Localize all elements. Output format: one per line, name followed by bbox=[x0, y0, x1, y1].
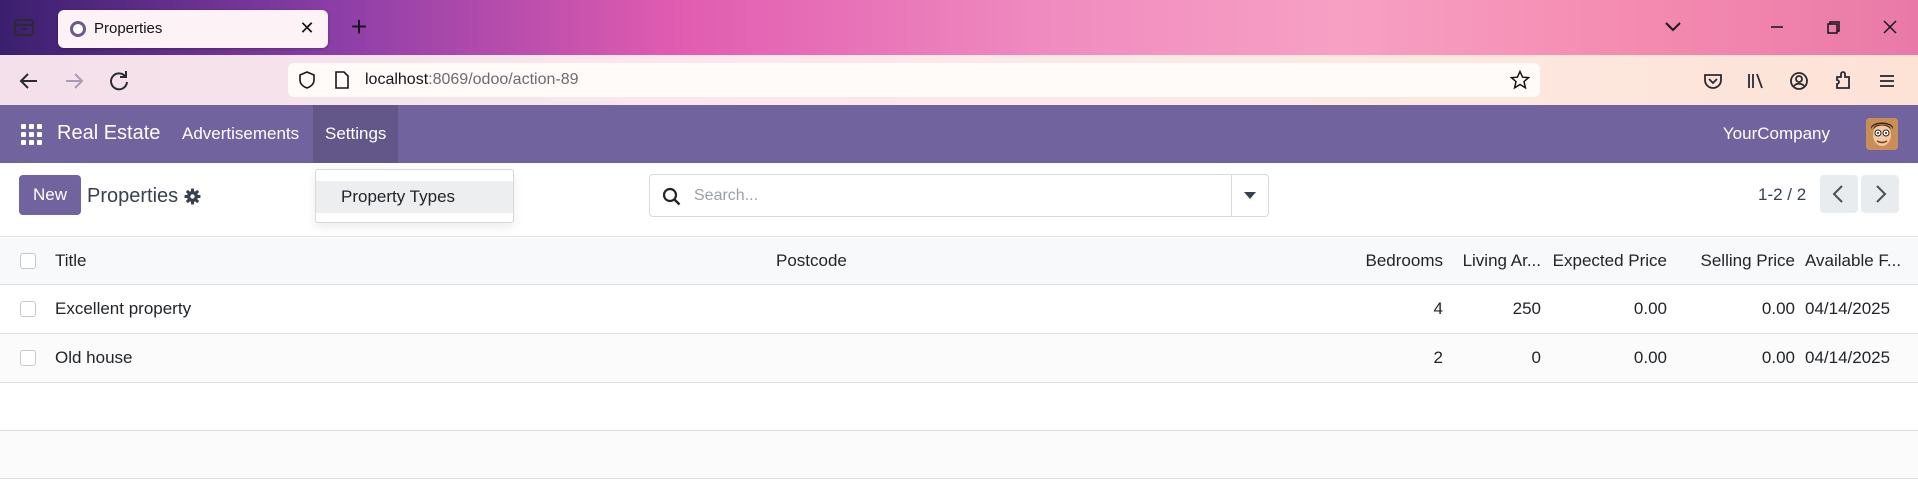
extensions-icon[interactable] bbox=[1829, 67, 1857, 95]
cell-expected-price[interactable]: 0.00 bbox=[1543, 333, 1671, 383]
cell-living-area[interactable]: 0 bbox=[1443, 333, 1543, 383]
url-host: localhost bbox=[365, 71, 429, 88]
menu-settings[interactable]: Settings bbox=[313, 105, 399, 163]
gear-icon[interactable] bbox=[184, 188, 201, 205]
cell-selling-price[interactable]: 0.00 bbox=[1671, 284, 1799, 334]
pager-value[interactable]: 1-2 / 2 bbox=[1758, 185, 1806, 205]
properties-list: Title Postcode Bedrooms Living Ar... Exp… bbox=[0, 238, 1918, 479]
bookmark-star-icon[interactable] bbox=[1509, 69, 1531, 90]
search-icon bbox=[662, 187, 681, 206]
cell-postcode[interactable] bbox=[776, 284, 1353, 334]
empty-row bbox=[0, 430, 1918, 479]
page-info-icon[interactable] bbox=[334, 71, 350, 89]
dropdown-item-property-types[interactable]: Property Types bbox=[316, 181, 513, 213]
cell-title[interactable]: Excellent property bbox=[55, 284, 776, 334]
pager-next-button[interactable] bbox=[1861, 175, 1899, 213]
cell-bedrooms[interactable]: 4 bbox=[1353, 284, 1443, 334]
search-options-toggle[interactable] bbox=[1231, 175, 1268, 216]
column-header-living-area[interactable]: Living Ar... bbox=[1443, 238, 1543, 285]
url-bar[interactable]: localhost:8069/odoo/action-89 bbox=[288, 63, 1540, 97]
back-icon[interactable] bbox=[15, 67, 43, 95]
restore-icon[interactable] bbox=[1820, 14, 1846, 40]
table-header-row: Title Postcode Bedrooms Living Ar... Exp… bbox=[0, 238, 1918, 285]
table-row[interactable]: Excellent property 4 250 0.00 0.00 04/14… bbox=[0, 284, 1918, 334]
chevron-down-icon[interactable] bbox=[1661, 16, 1685, 38]
tab-title: Properties bbox=[94, 20, 163, 37]
browser-tab-bar: Properties ✕ + bbox=[0, 0, 1918, 55]
minimize-icon[interactable] bbox=[1764, 14, 1790, 40]
breadcrumb: Properties bbox=[87, 185, 179, 207]
search-input[interactable] bbox=[694, 175, 1214, 216]
row-select-cell bbox=[0, 333, 55, 383]
library-icon[interactable] bbox=[1742, 67, 1770, 95]
browser-tab-properties[interactable]: Properties ✕ bbox=[58, 10, 328, 48]
column-header-available-from[interactable]: Available F... bbox=[1799, 238, 1918, 285]
cell-expected-price[interactable]: 0.00 bbox=[1543, 284, 1671, 334]
cell-selling-price[interactable]: 0.00 bbox=[1671, 333, 1799, 383]
account-icon[interactable] bbox=[1785, 67, 1813, 95]
cell-title[interactable]: Old house bbox=[55, 333, 776, 383]
reload-icon[interactable] bbox=[105, 67, 133, 95]
search-bar bbox=[649, 174, 1269, 217]
forward-icon[interactable] bbox=[60, 67, 88, 95]
url-path: :8069/odoo/action-89 bbox=[428, 71, 579, 88]
select-all-cell bbox=[0, 238, 55, 285]
column-header-selling-price[interactable]: Selling Price bbox=[1671, 238, 1799, 285]
row-checkbox[interactable] bbox=[19, 350, 36, 367]
odoo-favicon-icon bbox=[70, 21, 86, 37]
shield-icon[interactable] bbox=[298, 71, 316, 89]
new-tab-icon[interactable]: + bbox=[346, 13, 372, 41]
main-content: New Properties Property Types Search... … bbox=[0, 163, 1918, 485]
close-tab-icon[interactable]: ✕ bbox=[296, 17, 318, 39]
company-switcher[interactable]: YourCompany bbox=[1723, 124, 1830, 144]
pocket-icon[interactable] bbox=[1699, 67, 1727, 95]
user-avatar[interactable] bbox=[1866, 118, 1898, 150]
close-window-icon[interactable] bbox=[1877, 14, 1903, 40]
cell-available-from[interactable]: 04/14/2025 bbox=[1799, 333, 1918, 383]
row-checkbox[interactable] bbox=[19, 301, 36, 318]
odoo-navbar: Real Estate Advertisements Settings Your… bbox=[0, 105, 1918, 163]
cell-living-area[interactable]: 250 bbox=[1443, 284, 1543, 334]
app-grid-icon[interactable] bbox=[21, 124, 42, 145]
column-header-expected-price[interactable]: Expected Price bbox=[1543, 238, 1671, 285]
column-header-bedrooms[interactable]: Bedrooms bbox=[1353, 238, 1443, 285]
select-all-checkbox[interactable] bbox=[19, 253, 36, 270]
menu-advertisements[interactable]: Advertisements bbox=[170, 105, 311, 163]
new-button[interactable]: New bbox=[19, 175, 81, 215]
table-row[interactable]: Old house 2 0 0.00 0.00 04/14/2025 bbox=[0, 333, 1918, 383]
empty-row bbox=[0, 382, 1918, 431]
settings-dropdown: Property Types bbox=[315, 169, 514, 223]
row-select-cell bbox=[0, 284, 55, 334]
cell-bedrooms[interactable]: 2 bbox=[1353, 333, 1443, 383]
control-panel: New Properties Property Types Search... … bbox=[0, 163, 1918, 237]
pager-previous-button[interactable] bbox=[1820, 175, 1858, 213]
tab-list-icon[interactable] bbox=[12, 16, 36, 38]
column-header-postcode[interactable]: Postcode bbox=[776, 238, 1353, 285]
app-brand[interactable]: Real Estate bbox=[57, 122, 160, 145]
column-header-title[interactable]: Title bbox=[55, 238, 776, 285]
url-text[interactable]: localhost:8069/odoo/action-89 bbox=[365, 71, 579, 89]
cell-postcode[interactable] bbox=[776, 333, 1353, 383]
menu-hamburger-icon[interactable] bbox=[1873, 67, 1901, 95]
cell-available-from[interactable]: 04/14/2025 bbox=[1799, 284, 1918, 334]
browser-nav-bar: localhost:8069/odoo/action-89 bbox=[0, 55, 1918, 105]
